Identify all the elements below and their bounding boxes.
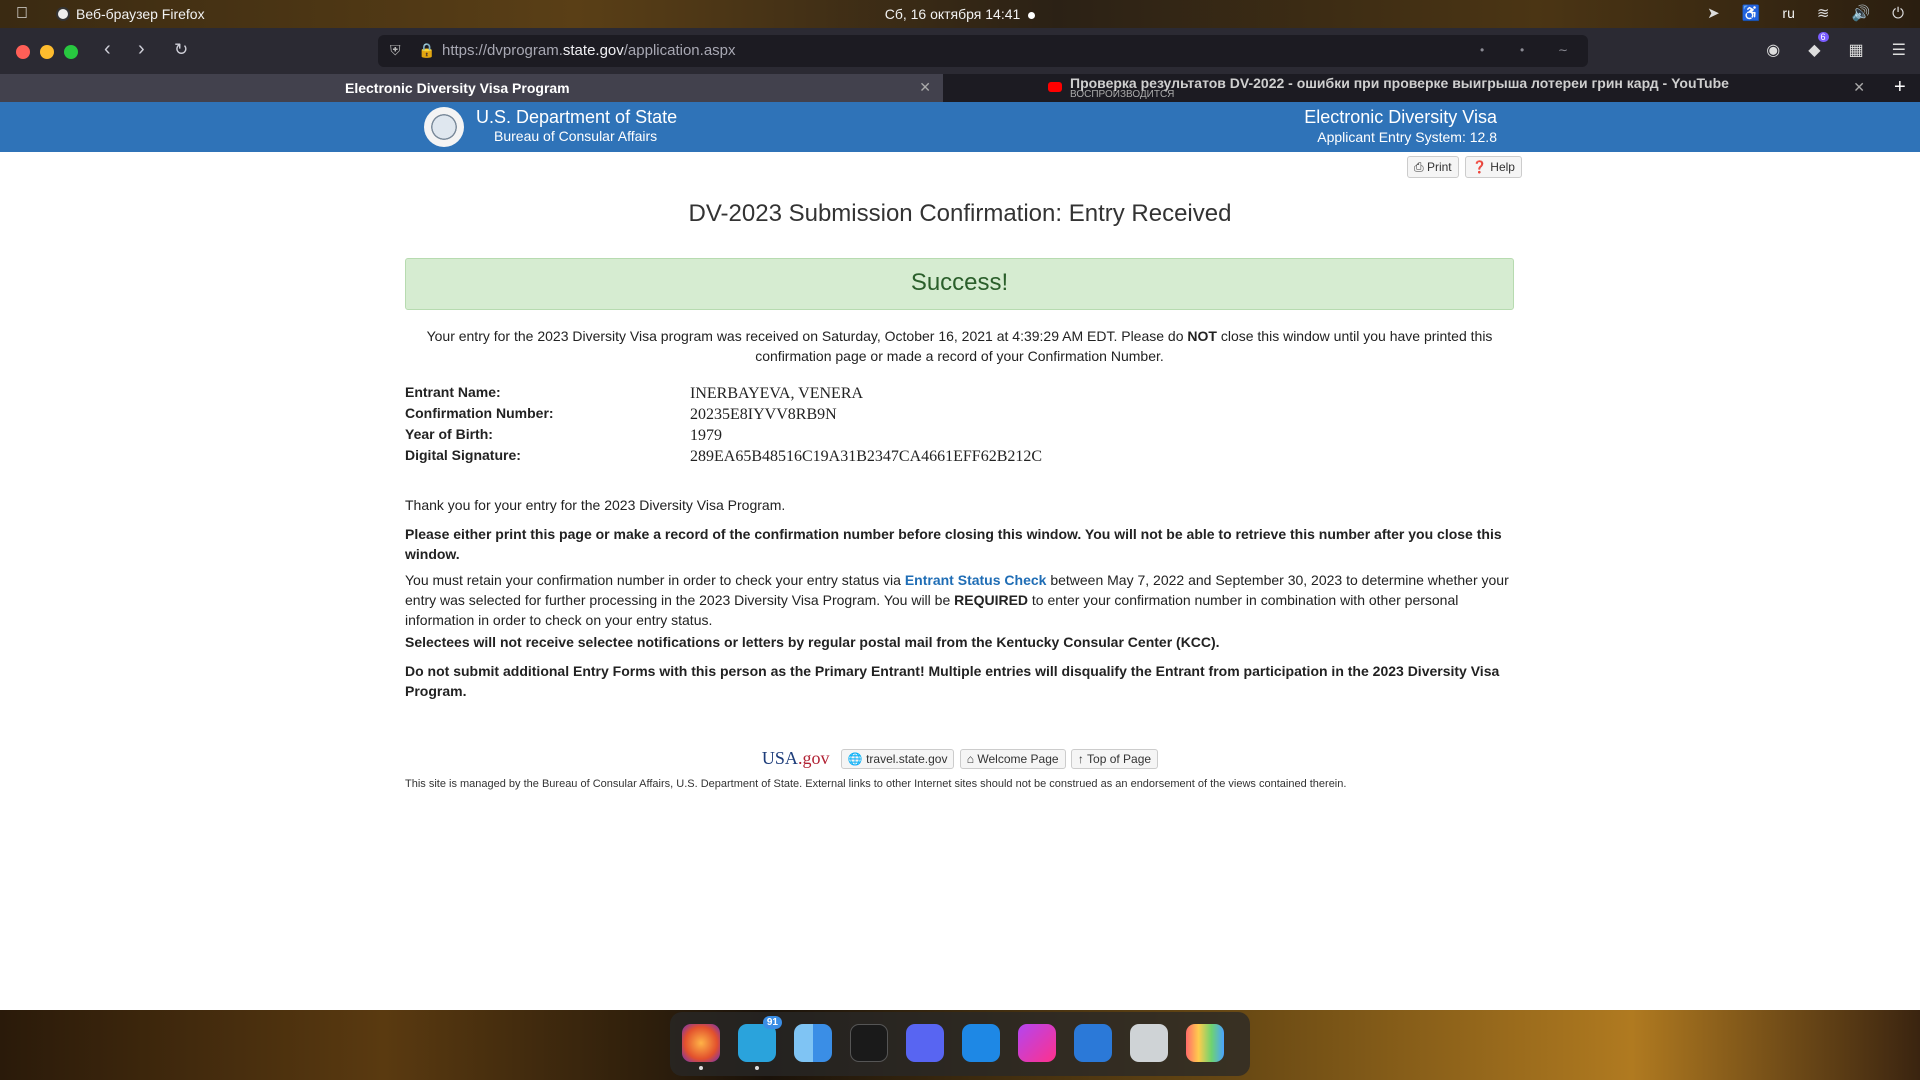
close-tab-icon[interactable]: ✕ (919, 79, 931, 96)
department-name: U.S. Department of State (476, 107, 678, 127)
telegram-badge: 91 (762, 1016, 782, 1029)
globe-icon: 🌐 (847, 751, 863, 766)
system-version: Applicant Entry System: 12.8 (1317, 129, 1497, 145)
running-indicator (699, 1066, 703, 1070)
page-action-icon[interactable]: • (1520, 43, 1524, 57)
help-icon: ❓ (1472, 160, 1487, 174)
usagov-logo[interactable]: USA.gov (762, 748, 830, 769)
disclaimer: This site is managed by the Bureau of Co… (405, 778, 1347, 790)
extension-badge: 6 (1817, 32, 1829, 42)
menu-icon[interactable]: ☰ (1892, 40, 1906, 60)
minimize-window-button[interactable] (40, 45, 54, 59)
page-action-icon[interactable]: • (1480, 43, 1484, 57)
thanks-text: Thank you for your entry for the 2023 Di… (405, 497, 786, 513)
travel-link[interactable]: 🌐 travel.state.gov (840, 748, 955, 769)
tab-active[interactable]: Electronic Diversity Visa Program ✕ (0, 74, 943, 102)
terminal-icon[interactable] (850, 1024, 888, 1062)
print-icon: ⎙ (1414, 160, 1424, 174)
telegram-tray-icon[interactable]: ➤ (1707, 4, 1720, 22)
discord-icon[interactable] (906, 1024, 944, 1062)
tab-strip: Electronic Diversity Visa Program ✕ Пров… (0, 74, 1920, 102)
page-action-icon[interactable]: ∼ (1558, 43, 1568, 57)
selectees-notice: Selectees will not receive selectee noti… (405, 634, 1220, 650)
tracking-shield-icon[interactable]: ⛨ (390, 42, 401, 59)
power-icon[interactable]: ⏻ (1892, 5, 1904, 22)
running-indicator (755, 1066, 759, 1070)
volume-icon[interactable]: 🔊 (1851, 4, 1870, 22)
reload-icon[interactable]: ↻ (174, 40, 188, 60)
language-indicator[interactable]: ru (1782, 5, 1794, 21)
site-banner: U.S. Department of State Bureau of Consu… (0, 102, 1920, 152)
phpstorm-icon[interactable] (1018, 1024, 1056, 1062)
translate-icon[interactable]: ▦ (1849, 40, 1864, 60)
bureau-name: Bureau of Consular Affairs (494, 128, 658, 144)
clock-text: Сб, 16 октября 14:41 (884, 6, 1021, 22)
tab-youtube[interactable]: Проверка результатов DV-2022 - ошибки пр… (945, 74, 1865, 102)
accessibility-icon[interactable]: ♿ (1742, 4, 1761, 22)
finder-icon[interactable] (794, 1024, 832, 1062)
text-editor-icon[interactable] (1074, 1024, 1112, 1062)
intro-text: Your entry for the 2023 Diversity Visa p… (426, 328, 1493, 364)
wifi-icon[interactable]: ≋ (1817, 4, 1830, 22)
lock-icon[interactable]: 🔒 (418, 42, 435, 59)
entrant-status-check-link[interactable]: Entrant Status Check (905, 572, 1047, 588)
no-submit-warning: Do not submit additional Entry Forms wit… (405, 663, 1500, 699)
firefox-icon[interactable] (682, 1024, 720, 1062)
back-icon[interactable]: ‹ (104, 38, 111, 61)
print-warning: Please either print this page or make a … (405, 526, 1502, 562)
app-grid-icon[interactable] (1186, 1024, 1224, 1062)
pocket-icon[interactable]: ◉ (1766, 40, 1780, 60)
print-button[interactable]: ⎙ Print (1407, 156, 1459, 178)
top-of-page-link[interactable]: ↑ Top of Page (1070, 748, 1159, 769)
help-button[interactable]: ❓ Help (1465, 156, 1522, 178)
maximize-window-button[interactable] (64, 45, 78, 59)
system-name: Electronic Diversity Visa (1304, 107, 1497, 127)
arrow-up-icon: ↑ (1077, 751, 1084, 766)
telegram-icon[interactable]: 91 (738, 1016, 782, 1062)
vscode-icon[interactable] (962, 1024, 1000, 1062)
new-tab-button[interactable]: + (1894, 76, 1906, 99)
dock: 91 (670, 1012, 1250, 1076)
web-page: U.S. Department of State Bureau of Consu… (0, 102, 1920, 1010)
success-alert: Success! (405, 258, 1514, 310)
close-tab-icon[interactable]: ✕ (1853, 79, 1865, 96)
footer-links: USA.gov 🌐 travel.state.gov ⌂ Welcome Pag… (0, 748, 1920, 769)
clock[interactable]: Сб, 16 октября 14:41 (0, 6, 1920, 22)
system-top-bar:  Веб-браузер Firefox Сб, 16 октября 14:… (0, 0, 1920, 28)
forward-icon[interactable]: › (138, 38, 145, 61)
youtube-icon (1048, 82, 1062, 92)
browser-toolbar: ‹ › ↻ ⛨ 🔒 https://dvprogram.state.gov/ap… (0, 28, 1920, 74)
retain-text: You must retain your confirmation number… (405, 572, 1509, 628)
tab-title: Electronic Diversity Visa Program (345, 80, 570, 96)
recording-dot-icon (1028, 11, 1036, 19)
trash-icon[interactable] (1130, 1024, 1168, 1062)
state-department-seal-icon (424, 107, 464, 147)
url-text[interactable]: https://dvprogram.state.gov/application.… (442, 42, 736, 59)
home-icon: ⌂ (966, 751, 975, 766)
close-window-button[interactable] (16, 45, 30, 59)
page-title: DV-2023 Submission Confirmation: Entry R… (688, 200, 1232, 227)
welcome-page-link[interactable]: ⌂ Welcome Page (959, 748, 1066, 769)
tab-playing-label: ВОСПРОИЗВОДИТСЯ (1070, 89, 1175, 100)
address-bar[interactable]: ⛨ 🔒 https://dvprogram.state.gov/applicat… (378, 35, 1588, 67)
extension-icon[interactable]: ◆ 6 (1808, 32, 1829, 60)
